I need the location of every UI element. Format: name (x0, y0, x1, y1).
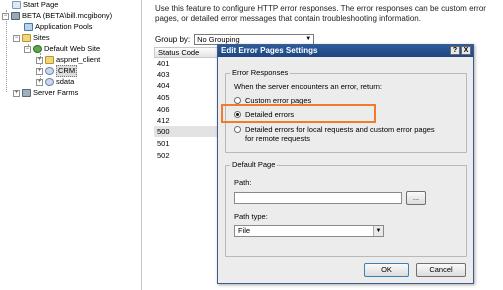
close-button[interactable]: X (461, 46, 471, 55)
list-item[interactable]: 412 (154, 115, 218, 126)
sites-folder-icon (22, 34, 31, 42)
server-icon (11, 12, 20, 20)
tree-item-label: Application Pools (35, 22, 93, 31)
list-item[interactable]: 405 (154, 92, 218, 103)
tree-item-label: BETA (BETA\bill.mcgibony) (22, 11, 113, 20)
detailed-errors-highlight (221, 104, 376, 123)
application-pools-icon (24, 23, 33, 31)
dialog-titlebar[interactable]: Edit Error Pages Settings ? X (218, 45, 473, 57)
path-type-select[interactable]: File ▼ (234, 225, 384, 237)
tree-item-label: aspnet_client (56, 55, 101, 64)
tree-item-start-page[interactable]: Start Page (12, 0, 58, 10)
option-label-line1: Detailed errors for local requests and c… (245, 125, 435, 134)
tree-item-aspnet-client[interactable]: + aspnet_client (36, 55, 100, 65)
start-page-icon (12, 1, 21, 9)
globe-icon (33, 45, 42, 53)
dropdown-arrow-icon: ▼ (305, 35, 312, 42)
expand-icon[interactable]: + (36, 67, 43, 75)
radio-button[interactable] (234, 97, 241, 104)
list-item[interactable]: 501 (154, 138, 218, 149)
path-type-value: File (238, 226, 251, 235)
collapse-icon[interactable]: − (24, 45, 31, 53)
tree-item-server[interactable]: − BETA (BETA\bill.mcgibony) (2, 11, 112, 21)
tree-item-server-farms[interactable]: + Server Farms (13, 88, 78, 98)
group-by-label: Group by: (155, 34, 191, 44)
edit-error-pages-dialog: Edit Error Pages Settings ? X Error Resp… (217, 44, 474, 284)
connections-tree: Start Page − BETA (BETA\bill.mcgibony) A… (0, 0, 142, 290)
feature-description: Use this feature to configure HTTP error… (155, 4, 486, 23)
radio-button[interactable] (234, 126, 241, 133)
tree-item-label: Sites (33, 33, 50, 42)
help-button[interactable]: ? (450, 46, 460, 55)
detailed-local-custom-remote-option[interactable]: Detailed errors for local requests and c… (234, 125, 435, 143)
tree-item-label: CRM (56, 65, 78, 77)
list-item[interactable]: 406 (154, 104, 218, 115)
list-item[interactable]: 403 (154, 69, 218, 80)
tree-item-application-pools[interactable]: Application Pools (24, 22, 93, 32)
tree-item-sdata[interactable]: + sdata (36, 77, 74, 87)
tree-item-crm[interactable]: + CRM (36, 65, 78, 77)
collapse-icon[interactable]: − (2, 12, 9, 20)
tree-item-label: sdata (56, 77, 75, 86)
collapse-icon[interactable]: − (13, 34, 20, 42)
cancel-button[interactable]: Cancel (416, 263, 466, 277)
tree-item-label: Default Web Site (44, 44, 101, 53)
status-code-column-header[interactable]: Status Code (154, 47, 218, 58)
tree-item-label: Start Page (23, 0, 59, 9)
path-type-label: Path type: (234, 212, 268, 221)
when-error-text: When the server encounters an error, ret… (234, 82, 382, 91)
default-page-group: Default Page Path: ... Path type: File ▼ (225, 160, 467, 257)
ok-button[interactable]: OK (364, 263, 409, 277)
browse-button[interactable]: ... (406, 191, 426, 205)
dropdown-arrow-icon: ▼ (373, 226, 383, 236)
group-by-value: No Grouping (197, 34, 240, 44)
expand-icon[interactable]: + (36, 78, 43, 86)
application-icon (45, 78, 54, 86)
tree-item-default-web-site[interactable]: − Default Web Site (24, 44, 100, 54)
option-label: Detailed errors for local requests and c… (245, 125, 435, 143)
path-label: Path: (234, 178, 252, 187)
option-label-line2: for remote requests (245, 134, 311, 143)
list-item[interactable]: 404 (154, 80, 218, 91)
list-item[interactable]: 401 (154, 58, 218, 69)
tree-guide-line (6, 10, 7, 92)
folder-icon (45, 56, 54, 64)
expand-icon[interactable]: + (36, 56, 43, 64)
default-page-legend: Default Page (230, 160, 278, 169)
tree-item-label: Server Farms (33, 88, 79, 97)
dialog-title: Edit Error Pages Settings (221, 46, 318, 55)
error-responses-legend: Error Responses (230, 68, 291, 77)
expand-icon[interactable]: + (13, 89, 20, 97)
path-input[interactable] (234, 192, 402, 204)
tree-item-sites[interactable]: − Sites (13, 33, 50, 43)
list-item[interactable]: 500 (154, 126, 218, 137)
group-by-select[interactable]: No Grouping ▼ (194, 33, 315, 45)
application-icon (45, 67, 54, 75)
server-farms-icon (22, 89, 31, 97)
list-item[interactable]: 502 (154, 150, 218, 161)
